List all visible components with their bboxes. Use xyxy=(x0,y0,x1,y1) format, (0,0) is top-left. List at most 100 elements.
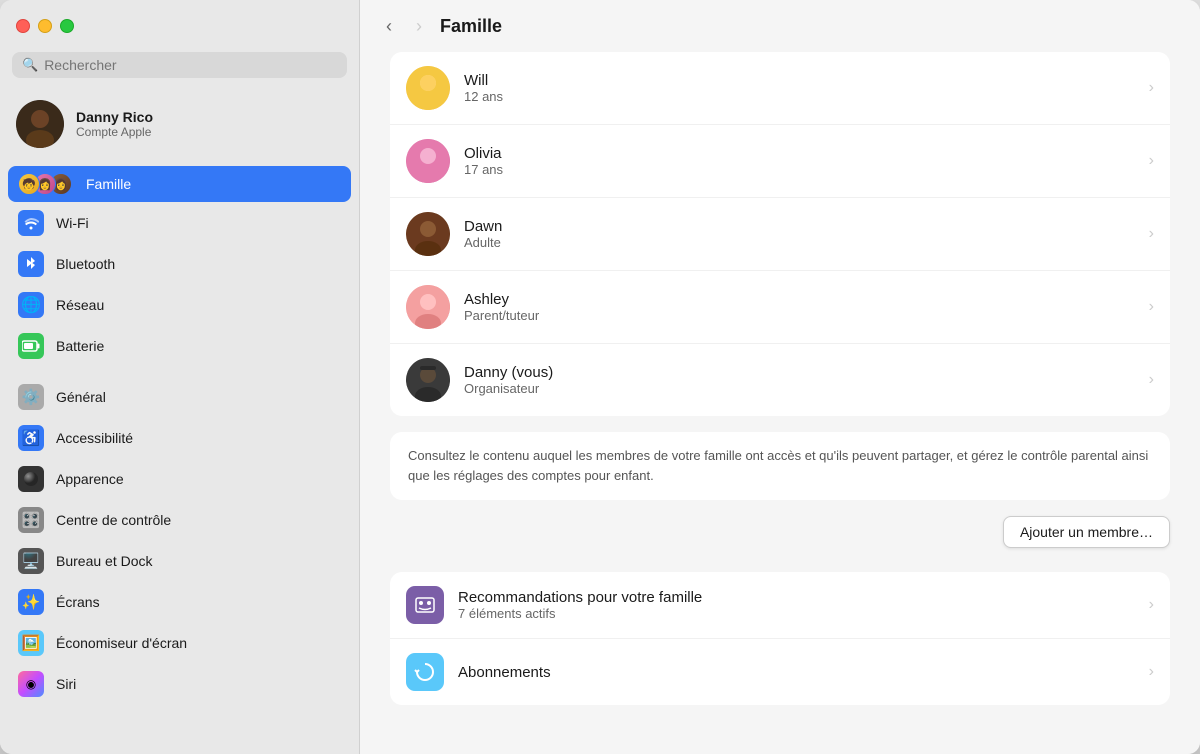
user-info: Danny Rico Compte Apple xyxy=(76,109,153,139)
user-subtitle: Compte Apple xyxy=(76,125,153,139)
members-list: Will 12 ans › Olivia xyxy=(390,52,1170,416)
mini-avatar-1: 🧒 xyxy=(18,173,40,195)
sidebar-item-bureau[interactable]: 🖥️ Bureau et Dock xyxy=(8,541,351,581)
search-icon: 🔍 xyxy=(22,57,38,73)
avatar xyxy=(16,100,64,148)
member-info-ashley: Ashley Parent/tuteur xyxy=(464,291,1135,323)
member-role-will: 12 ans xyxy=(464,89,1135,104)
accessibility-icon: ♿ xyxy=(18,425,44,451)
member-name-danny: Danny (vous) xyxy=(464,364,1135,381)
control-icon: 🎛️ xyxy=(18,507,44,533)
sidebar-item-accessibility-label: Accessibilité xyxy=(56,430,133,446)
content-area: Will 12 ans › Olivia xyxy=(360,52,1200,754)
main-window: 🔍 Danny Rico Compte Apple 🧒 👩 xyxy=(0,0,1200,754)
main-content: ‹ › Famille Wi xyxy=(360,0,1200,754)
member-name-will: Will xyxy=(464,72,1135,89)
member-row-dawn[interactable]: Dawn Adulte › xyxy=(390,198,1170,271)
search-bar: 🔍 xyxy=(12,52,347,78)
member-info-will: Will 12 ans xyxy=(464,72,1135,104)
sidebar-item-econo-label: Économiseur d'écran xyxy=(56,635,187,651)
sidebar-item-ecrans[interactable]: ✨ Écrans xyxy=(8,582,351,622)
sidebar-item-siri-label: Siri xyxy=(56,676,76,692)
bureau-icon: 🖥️ xyxy=(18,548,44,574)
member-role-danny: Organisateur xyxy=(464,381,1135,396)
abo-icon xyxy=(406,653,444,691)
nav-forward-button[interactable]: › xyxy=(410,12,428,41)
chevron-right-icon: › xyxy=(1149,152,1154,170)
famille-avatar-group: 🧒 👩 👩 xyxy=(18,173,72,195)
sidebar-item-wifi[interactable]: Wi-Fi xyxy=(8,203,351,243)
minimize-button[interactable] xyxy=(38,19,52,33)
member-avatar-will xyxy=(406,66,450,110)
add-member-button[interactable]: Ajouter un membre… xyxy=(1003,516,1170,548)
sidebar-nav: 🧒 👩 👩 Famille Wi-Fi xyxy=(0,166,359,754)
sidebar-item-apparence[interactable]: Apparence xyxy=(8,459,351,499)
sidebar-item-reseau-label: Réseau xyxy=(56,297,104,313)
feature-name-abo: Abonnements xyxy=(458,664,1135,681)
member-row-will[interactable]: Will 12 ans › xyxy=(390,52,1170,125)
member-row-ashley[interactable]: Ashley Parent/tuteur › xyxy=(390,271,1170,344)
chevron-right-icon: › xyxy=(1149,298,1154,316)
member-avatar-ashley xyxy=(406,285,450,329)
sidebar-item-bluetooth[interactable]: Bluetooth xyxy=(8,244,351,284)
member-row-danny[interactable]: Danny (vous) Organisateur › xyxy=(390,344,1170,416)
feature-list: Recommandations pour votre famille 7 élé… xyxy=(390,572,1170,705)
member-info-dawn: Dawn Adulte xyxy=(464,218,1135,250)
sidebar-titlebar xyxy=(0,0,359,52)
main-titlebar: ‹ › Famille xyxy=(360,0,1200,52)
siri-icon: ◉ xyxy=(18,671,44,697)
member-info-danny: Danny (vous) Organisateur xyxy=(464,364,1135,396)
ecrans-icon: ✨ xyxy=(18,589,44,615)
user-profile[interactable]: Danny Rico Compte Apple xyxy=(0,90,359,158)
sidebar-item-bluetooth-label: Bluetooth xyxy=(56,256,115,272)
add-member-row: Ajouter un membre… xyxy=(390,516,1170,548)
member-info-olivia: Olivia 17 ans xyxy=(464,145,1135,177)
nav-back-button[interactable]: ‹ xyxy=(380,12,398,41)
member-role-ashley: Parent/tuteur xyxy=(464,308,1135,323)
member-name-dawn: Dawn xyxy=(464,218,1135,235)
user-name: Danny Rico xyxy=(76,109,153,125)
feature-row-abo[interactable]: Abonnements › xyxy=(390,639,1170,705)
member-avatar-olivia xyxy=(406,139,450,183)
sidebar-item-control[interactable]: 🎛️ Centre de contrôle xyxy=(8,500,351,540)
sidebar-item-famille[interactable]: 🧒 👩 👩 Famille xyxy=(8,166,351,202)
info-text: Consultez le contenu auquel les membres … xyxy=(390,432,1170,500)
feature-info-abo: Abonnements xyxy=(458,664,1135,681)
sidebar-item-batterie[interactable]: Batterie xyxy=(8,326,351,366)
sidebar-item-econo[interactable]: 🖼️ Économiseur d'écran xyxy=(8,623,351,663)
feature-name-reco: Recommandations pour votre famille xyxy=(458,589,1135,606)
chevron-right-abo-icon: › xyxy=(1149,663,1154,681)
member-name-ashley: Ashley xyxy=(464,291,1135,308)
sidebar-item-control-label: Centre de contrôle xyxy=(56,512,171,528)
maximize-button[interactable] xyxy=(60,19,74,33)
search-input[interactable] xyxy=(44,57,337,73)
chevron-right-reco-icon: › xyxy=(1149,596,1154,614)
wifi-icon xyxy=(18,210,44,236)
sidebar-item-ecrans-label: Écrans xyxy=(56,594,100,610)
sidebar-item-apparence-label: Apparence xyxy=(56,471,124,487)
battery-icon xyxy=(18,333,44,359)
feature-row-reco[interactable]: Recommandations pour votre famille 7 élé… xyxy=(390,572,1170,639)
chevron-right-icon: › xyxy=(1149,225,1154,243)
feature-sub-reco: 7 éléments actifs xyxy=(458,606,1135,621)
member-row-olivia[interactable]: Olivia 17 ans › xyxy=(390,125,1170,198)
member-avatar-dawn xyxy=(406,212,450,256)
sidebar-item-siri[interactable]: ◉ Siri xyxy=(8,664,351,704)
member-role-dawn: Adulte xyxy=(464,235,1135,250)
member-name-olivia: Olivia xyxy=(464,145,1135,162)
feature-info-reco: Recommandations pour votre famille 7 élé… xyxy=(458,589,1135,621)
bluetooth-icon xyxy=(18,251,44,277)
info-box: Consultez le contenu auquel les membres … xyxy=(390,432,1170,500)
sidebar-item-general[interactable]: ⚙️ Général xyxy=(8,377,351,417)
page-title: Famille xyxy=(440,16,502,37)
member-role-olivia: 17 ans xyxy=(464,162,1135,177)
sidebar: 🔍 Danny Rico Compte Apple 🧒 👩 xyxy=(0,0,360,754)
sidebar-item-wifi-label: Wi-Fi xyxy=(56,215,89,231)
sidebar-item-accessibility[interactable]: ♿ Accessibilité xyxy=(8,418,351,458)
member-avatar-danny xyxy=(406,358,450,402)
sidebar-item-general-label: Général xyxy=(56,389,106,405)
close-button[interactable] xyxy=(16,19,30,33)
sidebar-item-reseau[interactable]: 🌐 Réseau xyxy=(8,285,351,325)
chevron-right-icon: › xyxy=(1149,371,1154,389)
apparence-icon xyxy=(18,466,44,492)
